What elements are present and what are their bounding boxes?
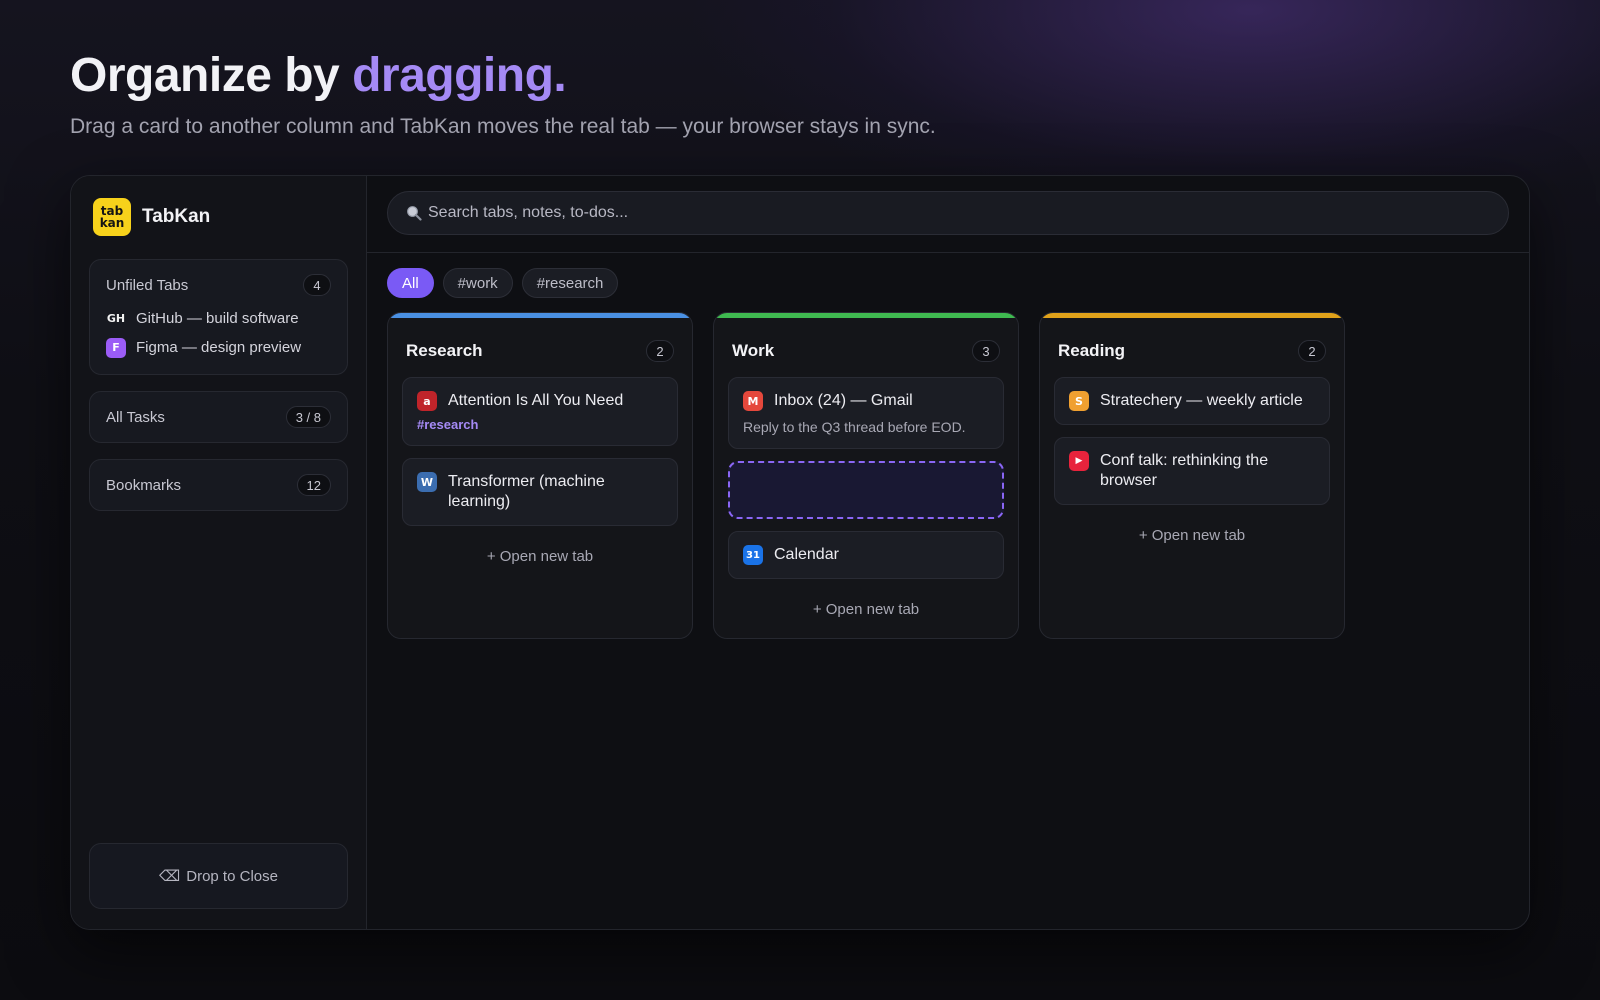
filter-chips: All #work #research bbox=[367, 253, 1529, 313]
sidebar-item-bookmarks[interactable]: Bookmarks 12 bbox=[89, 459, 348, 511]
search-bar[interactable] bbox=[387, 191, 1509, 235]
column-title: Research bbox=[406, 341, 483, 360]
all-tasks-count: 3 / 8 bbox=[285, 406, 331, 428]
app-window: tab kan TabKan Unfiled Tabs 4 GH GitHub … bbox=[70, 175, 1530, 930]
drop-to-close-label: Drop to Close bbox=[186, 867, 278, 885]
column-header: Work 3 bbox=[728, 313, 1004, 377]
unfiled-item-label: Figma — design preview bbox=[136, 339, 302, 356]
card-title: Stratechery — weekly article bbox=[1100, 392, 1303, 409]
column-title: Reading bbox=[1058, 341, 1126, 360]
open-new-tab-button[interactable]: + Open new tab bbox=[402, 538, 678, 565]
card-title: Calendar bbox=[774, 546, 839, 563]
card-title: Conf talk: rethinking the browser bbox=[1100, 452, 1269, 489]
wikipedia-icon: W bbox=[417, 472, 437, 492]
bookmarks-count: 12 bbox=[296, 474, 331, 496]
filter-chip-all[interactable]: All bbox=[387, 268, 434, 298]
bookmarks-label: Bookmarks bbox=[106, 476, 182, 494]
top-bar bbox=[367, 176, 1529, 253]
filter-chip-work[interactable]: #work bbox=[442, 268, 513, 298]
tab-card-conf-talk[interactable]: ▶ Conf talk: rethinking the browser bbox=[1054, 437, 1330, 505]
unfiled-tabs-label: Unfiled Tabs bbox=[106, 276, 189, 294]
unfiled-item-figma[interactable]: F Figma — design preview bbox=[106, 333, 331, 362]
column-reading[interactable]: Reading 2 S Stratechery — weekly article… bbox=[1039, 312, 1345, 639]
brand-name: TabKan bbox=[142, 206, 211, 227]
filter-chip-research[interactable]: #research bbox=[521, 268, 619, 298]
unfiled-tabs-count: 4 bbox=[303, 274, 331, 296]
github-icon: GH bbox=[106, 312, 126, 325]
card-tag[interactable]: #research bbox=[417, 417, 663, 432]
backspace-icon: ⌫ bbox=[159, 868, 181, 885]
tab-card-attention[interactable]: a Attention Is All You Need #research bbox=[402, 377, 678, 446]
stratechery-icon: S bbox=[1069, 391, 1089, 411]
unfiled-item-label: GitHub — build software bbox=[136, 310, 299, 327]
hero-title-main: Organize by bbox=[70, 49, 353, 102]
hero-subtitle: Drag a card to another column and TabKan… bbox=[70, 115, 936, 138]
open-new-tab-button[interactable]: + Open new tab bbox=[728, 591, 1004, 618]
kanban-board: Research 2 a Attention Is All You Need #… bbox=[367, 312, 1365, 639]
tab-card-gmail[interactable]: M Inbox (24) — Gmail Reply to the Q3 thr… bbox=[728, 377, 1004, 449]
open-new-tab-button[interactable]: + Open new tab bbox=[1054, 517, 1330, 544]
card-note: Reply to the Q3 thread before EOD. bbox=[743, 419, 966, 435]
card-title: Inbox (24) — Gmail bbox=[774, 392, 913, 409]
sidebar: tab kan TabKan Unfiled Tabs 4 GH GitHub … bbox=[71, 176, 367, 929]
column-color-bar bbox=[388, 313, 692, 318]
column-count: 3 bbox=[972, 340, 1000, 362]
card-title: Transformer (machine learning) bbox=[448, 473, 605, 510]
calendar-icon: 31 bbox=[743, 545, 763, 565]
main-area: All #work #research Research 2 a Attenti… bbox=[367, 176, 1529, 929]
drop-to-close-zone[interactable]: ⌫ Drop to Close bbox=[89, 843, 348, 909]
tab-card-calendar[interactable]: 31 Calendar bbox=[728, 531, 1004, 579]
unfiled-tabs-header: Unfiled Tabs 4 bbox=[106, 272, 331, 298]
column-header: Research 2 bbox=[402, 313, 678, 377]
search-icon bbox=[407, 206, 422, 221]
card-title: Attention Is All You Need bbox=[448, 392, 624, 409]
unfiled-item-github[interactable]: GH GitHub — build software bbox=[106, 304, 331, 333]
tab-card-transformer[interactable]: W Transformer (machine learning) bbox=[402, 458, 678, 526]
tabkan-logo-icon: tab kan bbox=[93, 198, 131, 236]
arxiv-icon: a bbox=[417, 391, 437, 411]
youtube-play-icon: ▶ bbox=[1069, 451, 1089, 471]
column-work[interactable]: Work 3 M Inbox (24) — Gmail Reply to the… bbox=[713, 312, 1019, 639]
column-count: 2 bbox=[646, 340, 674, 362]
column-color-bar bbox=[1040, 313, 1344, 318]
hero-title: Organize by dragging. bbox=[70, 48, 567, 103]
sidebar-item-all-tasks[interactable]: All Tasks 3 / 8 bbox=[89, 391, 348, 443]
drop-placeholder[interactable] bbox=[728, 461, 1004, 519]
figma-icon: F bbox=[106, 337, 126, 358]
column-title: Work bbox=[732, 341, 775, 360]
column-header: Reading 2 bbox=[1054, 313, 1330, 377]
column-count: 2 bbox=[1298, 340, 1326, 362]
brand: tab kan TabKan bbox=[93, 198, 348, 236]
logo-line2: kan bbox=[99, 216, 125, 230]
column-research[interactable]: Research 2 a Attention Is All You Need #… bbox=[387, 312, 693, 639]
hero-title-accent: dragging. bbox=[352, 49, 567, 102]
tab-card-stratechery[interactable]: S Stratechery — weekly article bbox=[1054, 377, 1330, 425]
all-tasks-label: All Tasks bbox=[106, 408, 165, 426]
column-color-bar bbox=[714, 313, 1018, 318]
gmail-icon: M bbox=[743, 391, 763, 411]
search-input[interactable] bbox=[428, 204, 1490, 222]
unfiled-tabs-section[interactable]: Unfiled Tabs 4 GH GitHub — build softwar… bbox=[89, 259, 348, 375]
